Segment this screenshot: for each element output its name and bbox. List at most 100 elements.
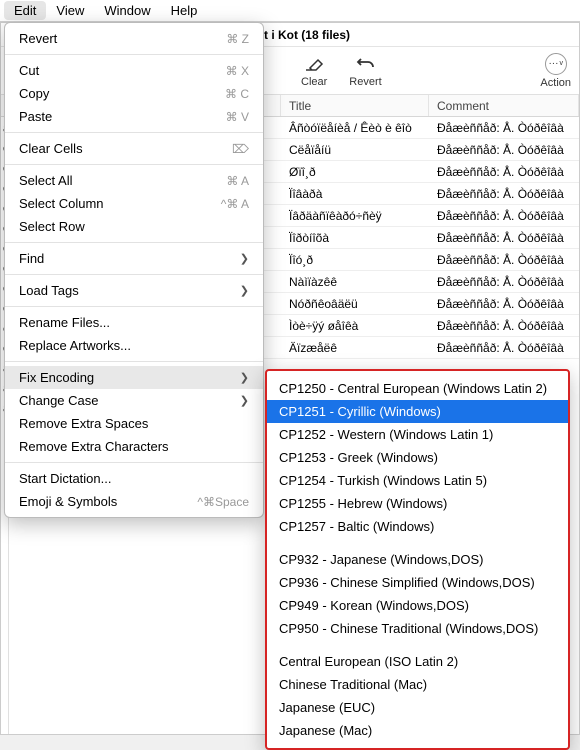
encoding-option[interactable]: CP1254 - Turkish (Windows Latin 5) — [267, 469, 568, 492]
toolbar-revert[interactable]: Revert — [349, 54, 381, 88]
row-title: Ïîðòíîõà — [281, 229, 429, 247]
menu-separator — [5, 54, 263, 55]
row-comment: Ðåæèññåð: Å. Òóðêîâà — [429, 185, 579, 203]
row-comment: Ðåæèññåð: Å. Òóðêîâà — [429, 251, 579, 269]
encoding-option[interactable]: Japanese (EUC) — [267, 696, 568, 719]
chevron-right-icon: ❯ — [240, 284, 249, 297]
menu-separator — [5, 462, 263, 463]
row-comment: Ðåæèññåð: Å. Òóðêîâà — [429, 317, 579, 335]
menu-item-label: Select Row — [19, 219, 85, 234]
encoding-option[interactable]: CP932 - Japanese (Windows,DOS) — [267, 548, 568, 571]
menu-item-rename-files[interactable]: Rename Files... — [5, 311, 263, 334]
chevron-right-icon: ❯ — [240, 394, 249, 407]
encoding-option[interactable]: CP1251 - Cyrillic (Windows) — [267, 400, 568, 423]
row-comment: Ðåæèññåð: Å. Òóðêîâà — [429, 119, 579, 137]
menu-item-label: Fix Encoding — [19, 370, 94, 385]
menu-item-label: Replace Artworks... — [19, 338, 131, 353]
shortcut: ⌘ A — [226, 174, 249, 188]
menu-item-label: Remove Extra Characters — [19, 439, 169, 454]
menu-separator — [5, 361, 263, 362]
fix-encoding-submenu: CP1250 - Central European (Windows Latin… — [265, 369, 570, 750]
menu-item-load-tags[interactable]: Load Tags ❯ — [5, 279, 263, 302]
action-icon: ···v — [545, 53, 567, 75]
menu-item-change-case[interactable]: Change Case ❯ — [5, 389, 263, 412]
row-title: Ïîó¸ð — [281, 251, 429, 269]
shortcut: ⌘ Z — [226, 32, 249, 46]
menu-item-label: Clear Cells — [19, 141, 83, 156]
toolbar-clear-label: Clear — [301, 76, 327, 88]
menu-item-revert[interactable]: Revert ⌘ Z — [5, 27, 263, 50]
menu-item-select-all[interactable]: Select All⌘ A — [5, 169, 263, 192]
menu-item-select-column[interactable]: Select Column^⌘ A — [5, 192, 263, 215]
encoding-option[interactable]: CP1253 - Greek (Windows) — [267, 446, 568, 469]
row-title: Ïîâàðà — [281, 185, 429, 203]
menubar-item-edit[interactable]: Edit — [4, 1, 46, 20]
encoding-option[interactable]: CP949 - Korean (Windows,DOS) — [267, 594, 568, 617]
toolbar-clear[interactable]: Clear — [301, 54, 327, 88]
menu-item-label: Remove Extra Spaces — [19, 416, 148, 431]
menu-item-label: Find — [19, 251, 44, 266]
encoding-option[interactable]: CP1255 - Hebrew (Windows) — [267, 492, 568, 515]
row-comment: Ðåæèññåð: Å. Òóðêîâà — [429, 141, 579, 159]
menu-item-cut[interactable]: Cut⌘ X — [5, 59, 263, 82]
encoding-option[interactable]: CP1252 - Western (Windows Latin 1) — [267, 423, 568, 446]
window-title: Kit i Kot (18 files) — [252, 28, 350, 42]
row-title: Nóðñêoâäëü — [281, 295, 429, 313]
menu-item-label: Load Tags — [19, 283, 79, 298]
row-comment: Ðåæèññåð: Å. Òóðêîâà — [429, 229, 579, 247]
menubar-item-help[interactable]: Help — [161, 1, 208, 20]
menu-separator — [5, 164, 263, 165]
encoding-option[interactable]: Chinese Traditional (Mac) — [267, 673, 568, 696]
menu-item-label: Copy — [19, 86, 49, 101]
undo-icon — [356, 54, 376, 74]
encoding-option[interactable]: CP950 - Chinese Traditional (Windows,DOS… — [267, 617, 568, 640]
row-title: Nàìïàzêê — [281, 273, 429, 291]
row-title: Âñòóïëåíèå / Êèò è êîò — [281, 119, 429, 137]
menu-item-label: Rename Files... — [19, 315, 110, 330]
chevron-right-icon: ❯ — [240, 252, 249, 265]
encoding-option[interactable]: Central European (ISO Latin 2) — [267, 650, 568, 673]
encoding-option[interactable]: CP1250 - Central European (Windows Latin… — [267, 377, 568, 400]
menu-item-label: Paste — [19, 109, 52, 124]
row-comment: Ðåæèññåð: Å. Òóðêîâà — [429, 273, 579, 291]
menu-item-find[interactable]: Find ❯ — [5, 247, 263, 270]
shortcut: ^⌘ A — [221, 197, 249, 211]
menubar-item-window[interactable]: Window — [94, 1, 160, 20]
row-title: Cëåïåíü — [281, 141, 429, 159]
menu-item-start-dictation[interactable]: Start Dictation... — [5, 467, 263, 490]
menu-item-emoji-symbols[interactable]: Emoji & Symbols^⌘Space — [5, 490, 263, 513]
row-comment: Ðåæèññåð: Å. Òóðêîâà — [429, 163, 579, 181]
menu-item-remove-extra-characters[interactable]: Remove Extra Characters — [5, 435, 263, 458]
menu-item-clear-cells[interactable]: Clear Cells⌦ — [5, 137, 263, 160]
menu-item-copy[interactable]: Copy ⌘ C — [5, 82, 263, 105]
menu-separator — [5, 274, 263, 275]
chevron-right-icon: ❯ — [240, 371, 249, 384]
row-title: Äïzæåëê — [281, 339, 429, 357]
menu-item-replace-artworks[interactable]: Replace Artworks... — [5, 334, 263, 357]
menu-item-paste[interactable]: Paste ⌘ V — [5, 105, 263, 128]
th-comment[interactable]: Comment — [429, 95, 579, 116]
toolbar-action[interactable]: ···v Action — [540, 53, 571, 89]
submenu-separator — [267, 538, 568, 548]
menubar-item-view[interactable]: View — [46, 1, 94, 20]
menu-item-remove-extra-spaces[interactable]: Remove Extra Spaces — [5, 412, 263, 435]
menu-item-label: Cut — [19, 63, 39, 78]
row-title: Øïî¸ð — [281, 163, 429, 181]
row-title: Ïâðäàñïêàðó÷ñèÿ — [281, 207, 429, 225]
toolbar-action-label: Action — [540, 77, 571, 89]
menu-item-fix-encoding[interactable]: Fix Encoding ❯ — [5, 366, 263, 389]
encoding-option[interactable]: Japanese (Mac) — [267, 719, 568, 742]
submenu-separator — [267, 640, 568, 650]
encoding-option[interactable]: CP1257 - Baltic (Windows) — [267, 515, 568, 538]
encoding-option[interactable]: CP936 - Chinese Simplified (Windows,DOS) — [267, 571, 568, 594]
row-comment: Ðåæèññåð: Å. Òóðêîâà — [429, 207, 579, 225]
menu-item-label: Revert — [19, 31, 57, 46]
menu-item-select-row[interactable]: Select Row — [5, 215, 263, 238]
menu-separator — [5, 132, 263, 133]
menu-item-label: Change Case — [19, 393, 99, 408]
menubar: Edit View Window Help — [0, 0, 580, 22]
shortcut: ⌘ V — [226, 110, 249, 124]
th-title[interactable]: Title — [281, 95, 429, 116]
edit-menu: Revert ⌘ Z Cut⌘ X Copy ⌘ C Paste ⌘ V Clear Cell… — [4, 22, 264, 518]
shortcut: ⌘ C — [225, 87, 249, 101]
